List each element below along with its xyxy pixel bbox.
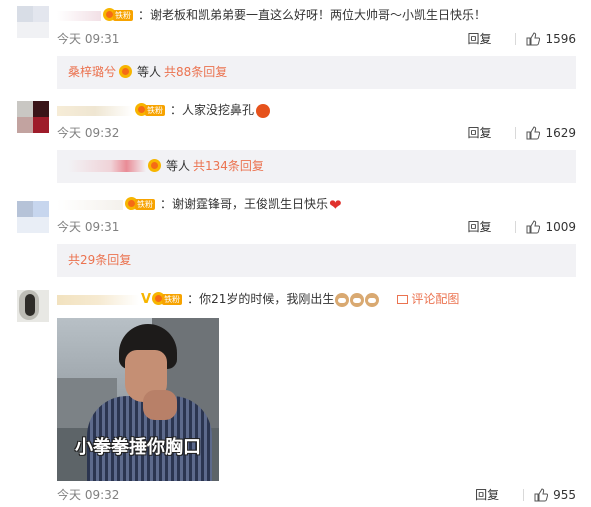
angry-face-emoji bbox=[256, 103, 271, 118]
divider bbox=[515, 33, 517, 45]
comment-time: 今天 09:31 bbox=[57, 220, 120, 234]
sub-reply-count[interactable]: 共88条回复 bbox=[164, 64, 227, 80]
reply-button[interactable]: 回复 bbox=[467, 125, 491, 141]
red-heart-emoji: ❤ bbox=[329, 195, 342, 214]
cat-emoji bbox=[350, 292, 365, 307]
like-count: 955 bbox=[553, 488, 576, 502]
like-button[interactable]: 1009 bbox=[526, 219, 576, 235]
like-button[interactable]: 955 bbox=[534, 487, 576, 503]
thumbs-up-icon bbox=[526, 126, 541, 140]
reply-button[interactable]: 回复 bbox=[467, 219, 491, 235]
thumbs-up-icon bbox=[534, 488, 549, 502]
comment-actions: 回复 1629 bbox=[467, 125, 576, 141]
sub-replies-box[interactable]: 桑梓璐兮 等人 共88条回复 bbox=[57, 56, 576, 89]
fan-badge bbox=[148, 158, 165, 174]
avatar[interactable] bbox=[17, 6, 49, 38]
fan-badge: 铁粉 bbox=[135, 103, 169, 118]
reply-button[interactable]: 回复 bbox=[475, 487, 499, 503]
divider bbox=[523, 489, 525, 501]
like-count: 1629 bbox=[545, 126, 576, 140]
divider bbox=[515, 221, 517, 233]
sub-reply-user-blurred[interactable] bbox=[68, 160, 146, 172]
fan-badge: 铁粉 bbox=[103, 8, 137, 23]
comment-time: 今天 09:32 bbox=[57, 488, 120, 502]
like-button[interactable]: 1596 bbox=[526, 31, 576, 47]
comment-content: 铁粉 ：谢老板和凯弟弟要一直这么好呀！两位大帅哥～小凯生日快乐！ bbox=[57, 6, 486, 24]
comment-text: ：你21岁的时候，我刚出生 bbox=[187, 292, 335, 306]
comment-content: 铁粉 ：人家没挖鼻孔 bbox=[57, 101, 271, 119]
comment-time: 今天 09:32 bbox=[57, 126, 120, 140]
sub-reply-mid: 等人 bbox=[166, 159, 191, 173]
comment-content: V 铁粉 ：你21岁的时候，我刚出生 评论配图 bbox=[57, 290, 459, 309]
username-blurred[interactable] bbox=[57, 105, 133, 116]
username-blurred[interactable] bbox=[57, 199, 123, 210]
sub-reply-count[interactable]: 共29条回复 bbox=[68, 252, 131, 268]
sub-replies-box[interactable]: 等人 共134条回复 bbox=[57, 150, 576, 183]
reply-button[interactable]: 回复 bbox=[467, 31, 491, 47]
thumbs-up-icon bbox=[526, 32, 541, 46]
fan-badge bbox=[119, 64, 136, 80]
sub-reply-user[interactable]: 桑梓璐兮 bbox=[68, 64, 116, 80]
image-caption: 小拳拳捶你胸口 bbox=[75, 437, 201, 458]
like-button[interactable]: 1629 bbox=[526, 125, 576, 141]
sub-replies-box[interactable]: 共29条回复 bbox=[57, 244, 576, 277]
comment-text: ：谢老板和凯弟弟要一直这么好呀！两位大帅哥～小凯生日快乐！ bbox=[138, 8, 487, 22]
comment-actions: 回复 1009 bbox=[467, 219, 576, 235]
comment-time: 今天 09:31 bbox=[57, 32, 120, 46]
sub-reply-count[interactable]: 共134条回复 bbox=[193, 158, 264, 174]
comment-text: ：人家没挖鼻孔 bbox=[170, 103, 255, 117]
comment-image-link[interactable]: 评论配图 bbox=[397, 292, 459, 306]
like-count: 1009 bbox=[545, 220, 576, 234]
thumbs-up-icon bbox=[526, 220, 541, 234]
comment-image-link-label: 评论配图 bbox=[411, 292, 460, 306]
avatar[interactable] bbox=[17, 201, 49, 233]
avatar[interactable] bbox=[17, 290, 49, 322]
comment-actions: 回复 955 bbox=[475, 487, 576, 503]
comment-text: ：谢谢霆锋哥，王俊凯生日快乐 bbox=[160, 197, 329, 211]
fan-badge: 铁粉 bbox=[152, 292, 186, 307]
image-icon bbox=[397, 295, 409, 304]
username-blurred[interactable] bbox=[57, 10, 101, 21]
like-count: 1596 bbox=[545, 32, 576, 46]
comment-content: 铁粉 ：谢谢霆锋哥，王俊凯生日快乐❤ bbox=[57, 195, 342, 214]
fan-badge: 铁粉 bbox=[125, 197, 159, 212]
avatar[interactable] bbox=[17, 101, 49, 133]
comment-image[interactable]: 小拳拳捶你胸口 bbox=[57, 318, 219, 481]
verified-v-icon: V bbox=[141, 291, 152, 307]
username-blurred[interactable] bbox=[57, 294, 139, 305]
divider bbox=[515, 127, 517, 139]
cat-emoji bbox=[365, 292, 380, 307]
cat-emoji bbox=[335, 292, 350, 307]
sub-reply-mid: 等人 bbox=[137, 65, 162, 79]
comment-actions: 回复 1596 bbox=[467, 31, 576, 47]
